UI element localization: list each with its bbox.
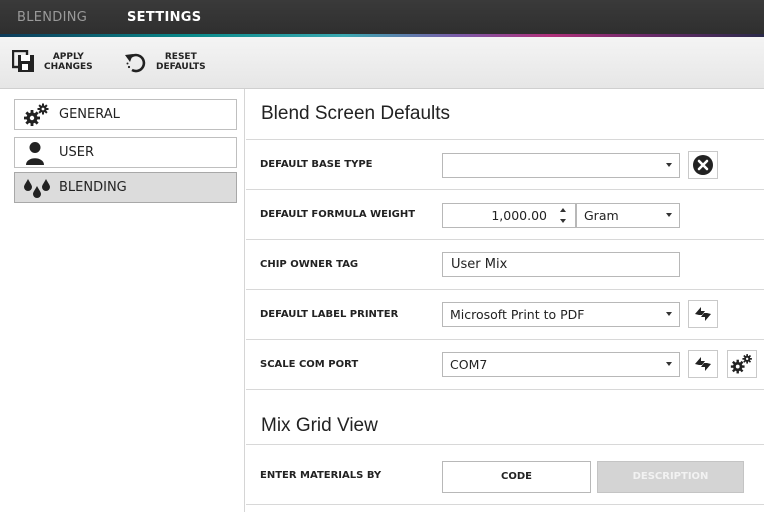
gears-icon — [23, 103, 51, 127]
base-type-select[interactable] — [442, 153, 680, 178]
chip-owner-label: CHIP OWNER TAG — [260, 259, 359, 270]
close-circle-icon — [693, 155, 713, 175]
nav-tab-settings[interactable]: SETTINGS — [127, 10, 201, 25]
reset-defaults-button[interactable]: RESET DEFAULTS — [124, 45, 206, 79]
top-nav-bar: BLENDING SETTINGS — [0, 0, 764, 37]
spinner-icon[interactable] — [560, 208, 568, 223]
label-printer-row: DEFAULT LABEL PRINTER Microsoft Print to… — [246, 289, 764, 339]
chevron-down-icon — [666, 312, 672, 316]
formula-weight-row: DEFAULT FORMULA WEIGHT 1,000.00 Gram — [246, 189, 764, 239]
scale-port-value: COM7 — [450, 357, 488, 372]
toolbar: APPLY CHANGES RESET DEFAULTS — [0, 37, 764, 89]
blend-defaults-title: Blend Screen Defaults — [261, 103, 451, 124]
nav-tab-blending[interactable]: BLENDING — [17, 10, 87, 25]
scale-port-label: SCALE COM PORT — [260, 359, 359, 370]
enter-by-description-button[interactable]: DESCRIPTION — [597, 461, 744, 493]
refresh-icon — [695, 357, 711, 371]
formula-weight-stepper[interactable]: 1,000.00 — [442, 203, 576, 228]
section-divider — [246, 389, 764, 390]
refresh-printers-button[interactable] — [688, 300, 718, 328]
drops-icon — [23, 176, 51, 200]
chip-owner-input[interactable]: User Mix — [442, 252, 680, 277]
enter-materials-row: ENTER MATERIALS BY CODE DESCRIPTION — [246, 444, 764, 505]
reset-defaults-label: RESET DEFAULTS — [156, 52, 206, 72]
sidebar-item-label: USER — [59, 145, 95, 160]
settings-panel: Blend Screen Defaults DEFAULT BASE TYPE … — [246, 89, 764, 512]
chevron-down-icon — [666, 163, 672, 167]
formula-unit-select[interactable]: Gram — [576, 203, 680, 228]
save-icon — [11, 49, 36, 74]
chevron-down-icon — [666, 362, 672, 366]
sidebar-item-label: GENERAL — [59, 107, 120, 122]
scale-port-select[interactable]: COM7 — [442, 352, 680, 377]
formula-unit-value: Gram — [584, 208, 619, 223]
sidebar-item-blending[interactable]: BLENDING — [14, 172, 237, 203]
sidebar-item-label: BLENDING — [59, 180, 127, 195]
settings-sidebar: GENERAL USER BLENDING — [0, 89, 245, 512]
mix-grid-title: Mix Grid View — [261, 415, 378, 436]
apply-changes-button[interactable]: APPLY CHANGES — [11, 45, 93, 79]
formula-weight-value: 1,000.00 — [491, 208, 547, 223]
sidebar-item-general[interactable]: GENERAL — [14, 99, 237, 130]
formula-weight-label: DEFAULT FORMULA WEIGHT — [260, 209, 416, 220]
chip-owner-row: CHIP OWNER TAG User Mix — [246, 239, 764, 289]
refresh-icon — [695, 307, 711, 321]
apply-changes-label: APPLY CHANGES — [44, 52, 93, 72]
label-printer-select[interactable]: Microsoft Print to PDF — [442, 302, 680, 327]
gears-icon — [730, 354, 752, 374]
chevron-down-icon — [666, 213, 672, 217]
label-printer-label: DEFAULT LABEL PRINTER — [260, 309, 399, 320]
reset-icon — [124, 50, 148, 74]
base-type-label: DEFAULT BASE TYPE — [260, 159, 373, 170]
enter-materials-label: ENTER MATERIALS BY — [260, 470, 382, 481]
sidebar-item-user[interactable]: USER — [14, 137, 237, 168]
base-type-row: DEFAULT BASE TYPE — [246, 139, 764, 189]
enter-by-code-button[interactable]: CODE — [442, 461, 591, 493]
label-printer-value: Microsoft Print to PDF — [450, 307, 585, 322]
scale-port-row: SCALE COM PORT COM7 — [246, 339, 764, 389]
refresh-ports-button[interactable] — [688, 350, 718, 378]
user-icon — [23, 141, 51, 165]
scale-settings-button[interactable] — [727, 350, 757, 378]
clear-base-type-button[interactable] — [688, 151, 718, 179]
